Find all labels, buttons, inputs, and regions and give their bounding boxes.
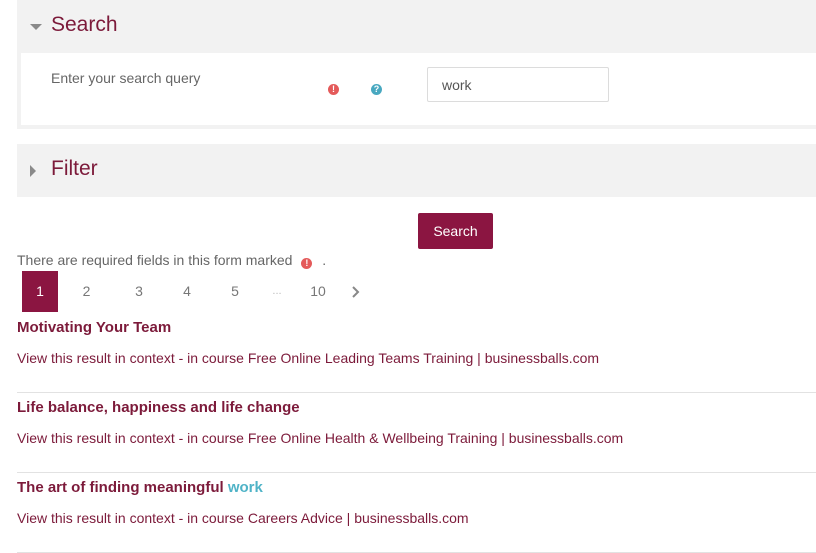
search-legend-toggle[interactable]: Search [17,0,816,53]
required-note-suffix: . [322,252,327,268]
result-title-link[interactable]: Motivating Your Team [17,319,171,336]
caret-down-icon [30,24,42,30]
page-link[interactable]: 2 [58,271,115,312]
filter-legend-title: Filter [51,157,98,180]
next-page-button[interactable] [341,271,371,312]
search-submit-button[interactable]: Search [418,213,493,249]
page-link[interactable]: 5 [211,271,259,312]
search-fieldset: Search Enter your search query ! ? [17,0,816,129]
result-context-link[interactable]: View this result in context - in course … [17,430,623,446]
search-result: The art of finding meaningful work View … [17,472,816,553]
search-result: Motivating Your Team View this result in… [17,312,816,393]
page-link-last[interactable]: 10 [295,271,341,312]
page-link[interactable]: 4 [163,271,211,312]
help-icon[interactable]: ? [371,84,382,95]
search-legend-title: Search [51,13,118,36]
caret-right-icon [30,165,36,177]
pagination: 1 2 3 4 5 ... 10 [22,271,371,312]
search-query-input[interactable] [427,67,609,102]
query-label: Enter your search query [51,70,201,86]
required-icon: ! [301,258,313,269]
result-title-text: Motivating Your Team [17,319,172,336]
required-fields-note: There are required fields in this form m… [17,252,326,269]
result-title-link[interactable]: Life balance, happiness and life change [17,399,300,416]
search-result: Life balance, happiness and life change … [17,392,816,473]
result-context-link[interactable]: View this result in context - in course … [17,350,599,366]
required-note-text: There are required fields in this form m… [17,252,293,268]
search-fieldset-body: Enter your search query ! ? [17,53,816,129]
result-title-text: Life balance, happiness and life change [17,399,300,416]
page-link[interactable]: 3 [115,271,163,312]
result-title-text: The art of finding meaningful [17,479,224,496]
required-icon: ! [328,84,339,95]
result-title-highlight: work [227,479,263,496]
page-ellipsis: ... [272,285,282,297]
filter-fieldset: Filter [17,144,816,197]
chevron-right-icon [352,285,360,298]
filter-legend-toggle[interactable]: Filter [17,144,816,197]
result-title-link[interactable]: The art of finding meaningful work [17,479,263,496]
page-link-current[interactable]: 1 [22,271,58,312]
result-context-link[interactable]: View this result in context - in course … [17,510,469,526]
